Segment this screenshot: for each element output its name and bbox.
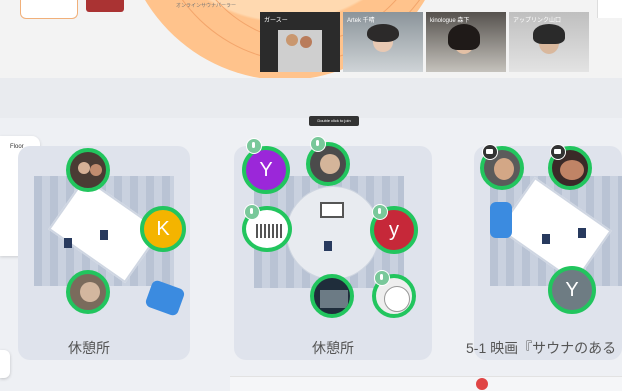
bottom-toolbar[interactable] xyxy=(230,376,622,391)
room-banner: オンラインサウナパーラー ガースー Artek 千晴 kinologue 森下 … xyxy=(0,0,622,78)
chair xyxy=(64,238,72,248)
chair xyxy=(324,241,332,251)
avatar-initial: K xyxy=(156,217,170,240)
user-avatar[interactable] xyxy=(66,270,110,314)
corner-button[interactable] xyxy=(597,0,622,18)
user-avatar[interactable]: K xyxy=(140,206,186,252)
table-label: 5-1 映画『サウナのある xyxy=(466,340,617,356)
video-name: kinologue 森下 xyxy=(430,18,470,24)
video-tile[interactable]: ガースー xyxy=(260,12,340,72)
avatar-initial: Y xyxy=(565,278,579,301)
user-avatar[interactable] xyxy=(66,148,110,192)
table-label: 休憩所 xyxy=(68,340,110,356)
mic-icon xyxy=(246,138,262,154)
mic-icon xyxy=(372,204,388,220)
video-tile[interactable]: Artek 千晴 xyxy=(343,12,423,72)
video-name: Artek 千晴 xyxy=(347,18,375,24)
camera-icon xyxy=(550,144,566,160)
room-thumbnail xyxy=(86,0,124,12)
laptop xyxy=(320,202,344,218)
chair xyxy=(578,228,586,238)
video-strip: ガースー Artek 千晴 kinologue 森下 アップリンク山口 xyxy=(260,12,590,74)
chair xyxy=(100,230,108,240)
room-title: オンラインサウナパーラー xyxy=(176,3,237,9)
user-avatar[interactable]: Y xyxy=(548,266,596,314)
table-label: 休憩所 xyxy=(312,340,354,356)
video-name: アップリンク山口 xyxy=(513,18,562,24)
user-avatar[interactable]: Y xyxy=(242,146,290,194)
video-tile[interactable]: アップリンク山口 xyxy=(509,12,589,72)
mic-icon xyxy=(374,270,390,286)
user-avatar[interactable] xyxy=(310,274,354,318)
camera-icon xyxy=(482,144,498,160)
mic-icon xyxy=(244,204,260,220)
round-table xyxy=(286,186,380,280)
mic-icon xyxy=(310,136,326,152)
chair xyxy=(542,234,550,244)
video-tile[interactable]: kinologue 森下 xyxy=(426,12,506,72)
sofa xyxy=(144,279,186,317)
picture-in-picture-handle[interactable] xyxy=(0,350,10,378)
notification-icon[interactable] xyxy=(476,378,488,390)
lobby-band xyxy=(0,78,622,118)
join-tooltip: Double click to join xyxy=(309,116,359,126)
video-name: ガースー xyxy=(264,18,288,24)
sofa xyxy=(490,202,512,238)
avatar-initial: Y xyxy=(259,158,273,181)
room-tag[interactable] xyxy=(20,0,78,19)
